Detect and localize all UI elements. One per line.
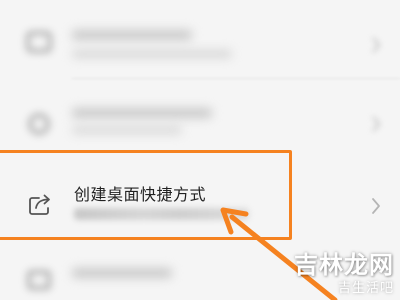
blurred-icon: [26, 268, 54, 292]
chevron-right-icon: [370, 35, 382, 55]
watermark-sub: 吉生活吧: [337, 280, 394, 295]
watermark-main: 吉林龙网: [294, 252, 394, 279]
list-item[interactable]: [0, 0, 400, 75]
blurred-title: [72, 30, 192, 40]
chevron-right-icon: [370, 196, 382, 216]
watermark: 吉林龙网 吉生活吧: [294, 252, 394, 295]
blurred-subtitle: [72, 50, 232, 58]
chevron-right-icon: [370, 114, 382, 134]
blurred-title: [72, 268, 172, 278]
blurred-subtitle: [72, 126, 182, 134]
shortcut-item-title: 创建桌面快捷方式: [74, 187, 207, 204]
list-item[interactable]: [0, 80, 400, 150]
blurred-icon: [26, 30, 54, 54]
blurred-subtitle: [74, 208, 249, 220]
settings-screen: 创建桌面快捷方式 吉林龙网 吉生活吧: [0, 0, 400, 300]
blurred-icon: [26, 112, 54, 136]
blurred-title: [72, 108, 212, 118]
divider: [72, 78, 400, 79]
share-arrow-icon: [28, 192, 56, 216]
